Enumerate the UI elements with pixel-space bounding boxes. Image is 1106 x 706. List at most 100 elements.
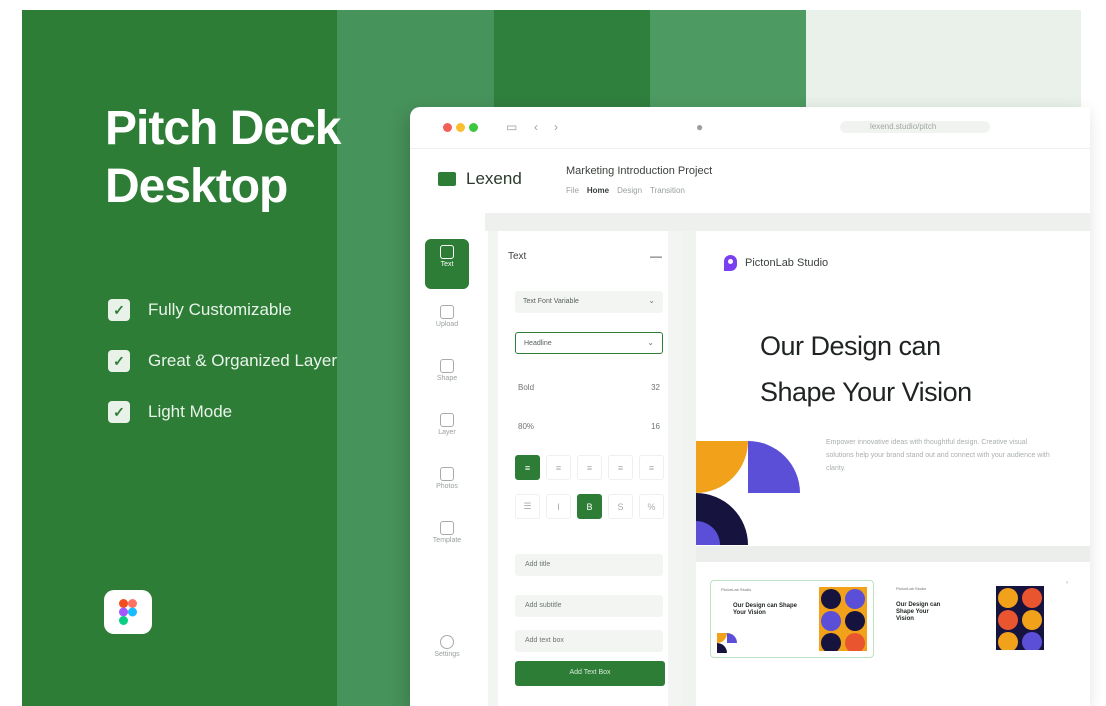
slide-body: Empower innovative ideas with thoughtful… <box>826 439 1050 472</box>
checkbox-icon: ✓ <box>108 350 130 372</box>
nav-label: Upload <box>435 321 459 328</box>
line-height-value[interactable]: 16 <box>651 422 660 431</box>
menu-item-transition[interactable]: Transition <box>650 186 685 195</box>
figma-icon <box>119 599 137 625</box>
thumb-pattern-graphic <box>819 587 867 651</box>
shield-icon: ● <box>696 120 704 134</box>
italic-button[interactable]: I <box>546 494 571 519</box>
menu-item-home[interactable]: Home <box>587 186 609 195</box>
thumb-title: Our Design can Shape Your Vision <box>733 603 798 616</box>
feature-label: Fully Customizable <box>148 300 292 319</box>
menu-item-design[interactable]: Design <box>617 186 642 195</box>
align-justify-button[interactable]: ≡ <box>608 455 633 480</box>
thumb-brand: PictonLab Studio <box>896 586 927 591</box>
purple-quarter-shape <box>748 441 800 493</box>
checkbox-icon: ✓ <box>108 299 130 321</box>
weight-select[interactable]: Bold <box>518 383 534 392</box>
font-select-value: Text Font Variable <box>523 298 579 305</box>
headline-line: Our Design can <box>760 331 941 361</box>
sidebar-toggle-icon[interactable]: ▭ <box>506 120 517 134</box>
chevron-down-icon: ⌄ <box>648 296 655 305</box>
canvas-stage: PictonLab Studio Our Design can Shape Yo… <box>682 231 1090 706</box>
size-select[interactable]: 32 <box>651 383 660 392</box>
studio-logo-icon <box>724 255 737 271</box>
more-thumbnails-icon[interactable]: › <box>1066 580 1068 586</box>
nav-item-upload[interactable]: Upload <box>425 299 469 349</box>
close-window-button[interactable] <box>443 123 452 132</box>
thumb-title: Our Design can Shape Your Vision <box>896 602 941 622</box>
alignment-row: ≡ ≡ ≡ ≡ ≡ <box>515 455 664 480</box>
menu-bar: File Home Design Transition <box>566 186 685 195</box>
nav-item-template[interactable]: Template <box>425 515 469 565</box>
subtitle-field[interactable]: Add subtitle <box>515 595 663 617</box>
thumb-pattern-graphic <box>996 586 1044 650</box>
feature-list: ✓ Fully Customizable ✓ Great & Organized… <box>108 297 337 450</box>
nav-label: Shape <box>436 375 458 382</box>
layer-icon <box>440 413 454 427</box>
promo-canvas: Pitch Deck Desktop ✓ Fully Customizable … <box>0 0 1106 706</box>
nav-label: Text <box>440 261 454 268</box>
brand-name: Lexend <box>466 169 522 188</box>
strikethrough-button[interactable]: S <box>608 494 633 519</box>
slide-thumbnail[interactable]: PictonLab Studio Our Design can Shape Yo… <box>710 580 874 658</box>
nav-rail: Text Upload Shape Layer Photos Template <box>410 231 485 706</box>
brand-logo-icon <box>438 172 456 186</box>
bold-button[interactable]: B <box>577 494 602 519</box>
align-distribute-button[interactable]: ≡ <box>639 455 664 480</box>
feature-item: ✓ Light Mode <box>108 399 337 425</box>
nav-label: Template <box>432 537 462 544</box>
back-arrow-icon[interactable]: ‹ <box>534 120 538 134</box>
thumb-shapes-graphic <box>717 633 737 653</box>
nav-label: Layer <box>438 429 456 436</box>
checkbox-icon: ✓ <box>108 401 130 423</box>
filmstrip-divider <box>696 546 1090 562</box>
figma-logo <box>104 590 152 634</box>
style-select-value: Headline <box>524 340 552 347</box>
template-icon <box>440 521 454 535</box>
title-field[interactable]: Add title <box>515 554 663 576</box>
feature-item: ✓ Fully Customizable <box>108 297 337 323</box>
nav-item-layer[interactable]: Layer <box>425 407 469 457</box>
nav-item-photos[interactable]: Photos <box>425 461 469 511</box>
nav-label: Photos <box>436 483 458 490</box>
feature-label: Light Mode <box>148 402 233 421</box>
studio-name: PictonLab Studio <box>745 257 829 269</box>
app-brand: Lexend <box>438 169 522 189</box>
slide-filmstrip: PictonLab Studio Our Design can Shape Yo… <box>696 562 1090 706</box>
nav-item-text[interactable]: Text <box>425 239 469 289</box>
textbox-field[interactable]: Add text box <box>515 630 663 652</box>
hero-title: Pitch Deck Desktop <box>105 100 341 216</box>
percent-button[interactable]: % <box>639 494 664 519</box>
nav-item-settings[interactable]: Settings <box>425 629 469 679</box>
forward-arrow-icon[interactable]: › <box>554 120 558 134</box>
nav-label: Settings <box>434 651 460 658</box>
add-text-box-button[interactable]: Add Text Box <box>515 661 665 686</box>
app-window: ▭ ‹ › ● lexend.studio/pitch Lexend Marke… <box>410 107 1090 706</box>
text-icon <box>440 245 454 259</box>
project-title: Marketing Introduction Project <box>566 165 713 177</box>
slide-thumbnail[interactable]: PictonLab Studio Our Design can Shape Yo… <box>886 580 1050 658</box>
spacing-value[interactable]: 80% <box>518 422 534 431</box>
photo-icon <box>440 467 454 481</box>
align-center-button[interactable]: ≡ <box>546 455 571 480</box>
menu-item-file[interactable]: File <box>566 186 579 195</box>
spacing-row: 80% 16 <box>518 422 660 431</box>
collapse-icon[interactable]: — <box>650 249 662 263</box>
nav-item-shape[interactable]: Shape <box>425 353 469 403</box>
feature-label: Great & Organized Layer <box>148 351 337 370</box>
hero-title-line: Pitch Deck <box>105 102 341 155</box>
maximize-window-button[interactable] <box>469 123 478 132</box>
studio-brand: PictonLab Studio <box>724 255 828 271</box>
style-select[interactable]: Headline ⌄ <box>515 332 663 354</box>
hero-title-line: Desktop <box>105 160 288 213</box>
align-left-button[interactable]: ≡ <box>515 455 540 480</box>
minimize-window-button[interactable] <box>456 123 465 132</box>
list-button[interactable]: ☰ <box>515 494 540 519</box>
align-right-button[interactable]: ≡ <box>577 455 602 480</box>
thumb-brand: PictonLab Studio <box>721 587 752 592</box>
toolbar-strip <box>485 213 1090 231</box>
font-select[interactable]: Text Font Variable ⌄ <box>515 291 663 313</box>
slide-preview[interactable]: PictonLab Studio Our Design can Shape Yo… <box>696 231 1090 546</box>
title-bar: ▭ ‹ › ● lexend.studio/pitch <box>410 107 1090 149</box>
gear-icon <box>440 635 454 649</box>
